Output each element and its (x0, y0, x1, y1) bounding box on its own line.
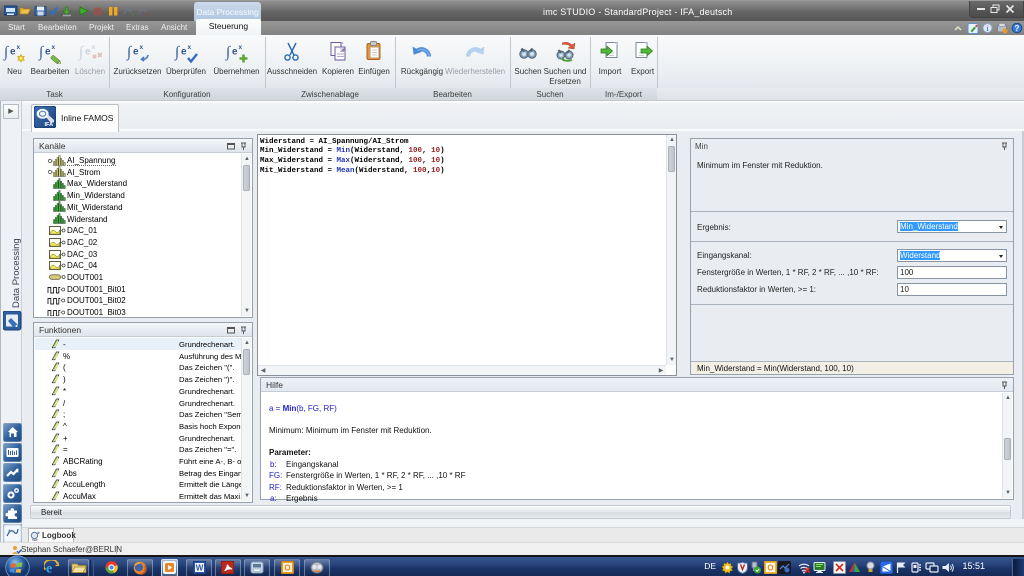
svg-text:O: O (284, 564, 290, 573)
svg-text:e: e (10, 47, 16, 58)
svg-text:x: x (139, 44, 143, 51)
svg-text:e: e (181, 47, 187, 58)
svg-text:IFA: IFA (45, 122, 54, 128)
svg-text:∫: ∫ (126, 45, 133, 61)
svg-text:O: O (767, 564, 773, 573)
svg-text:e: e (46, 562, 52, 576)
svg-text:x: x (52, 44, 56, 51)
svg-text:∫: ∫ (78, 45, 85, 61)
svg-text:x: x (92, 44, 96, 51)
svg-text:W: W (196, 564, 204, 573)
svg-text:?: ? (1015, 24, 1020, 33)
svg-text:e: e (85, 47, 91, 58)
svg-text:∫: ∫ (3, 45, 10, 61)
svg-text:x: x (16, 44, 20, 51)
svg-text:e: e (133, 47, 139, 58)
svg-text:e: e (45, 47, 51, 58)
svg-text:e: e (232, 47, 238, 58)
svg-text:x: x (188, 44, 192, 51)
svg-text:∫: ∫ (225, 45, 232, 61)
svg-text:∫: ∫ (38, 45, 45, 61)
svg-text:∫: ∫ (174, 45, 181, 61)
svg-text:x: x (238, 44, 242, 51)
